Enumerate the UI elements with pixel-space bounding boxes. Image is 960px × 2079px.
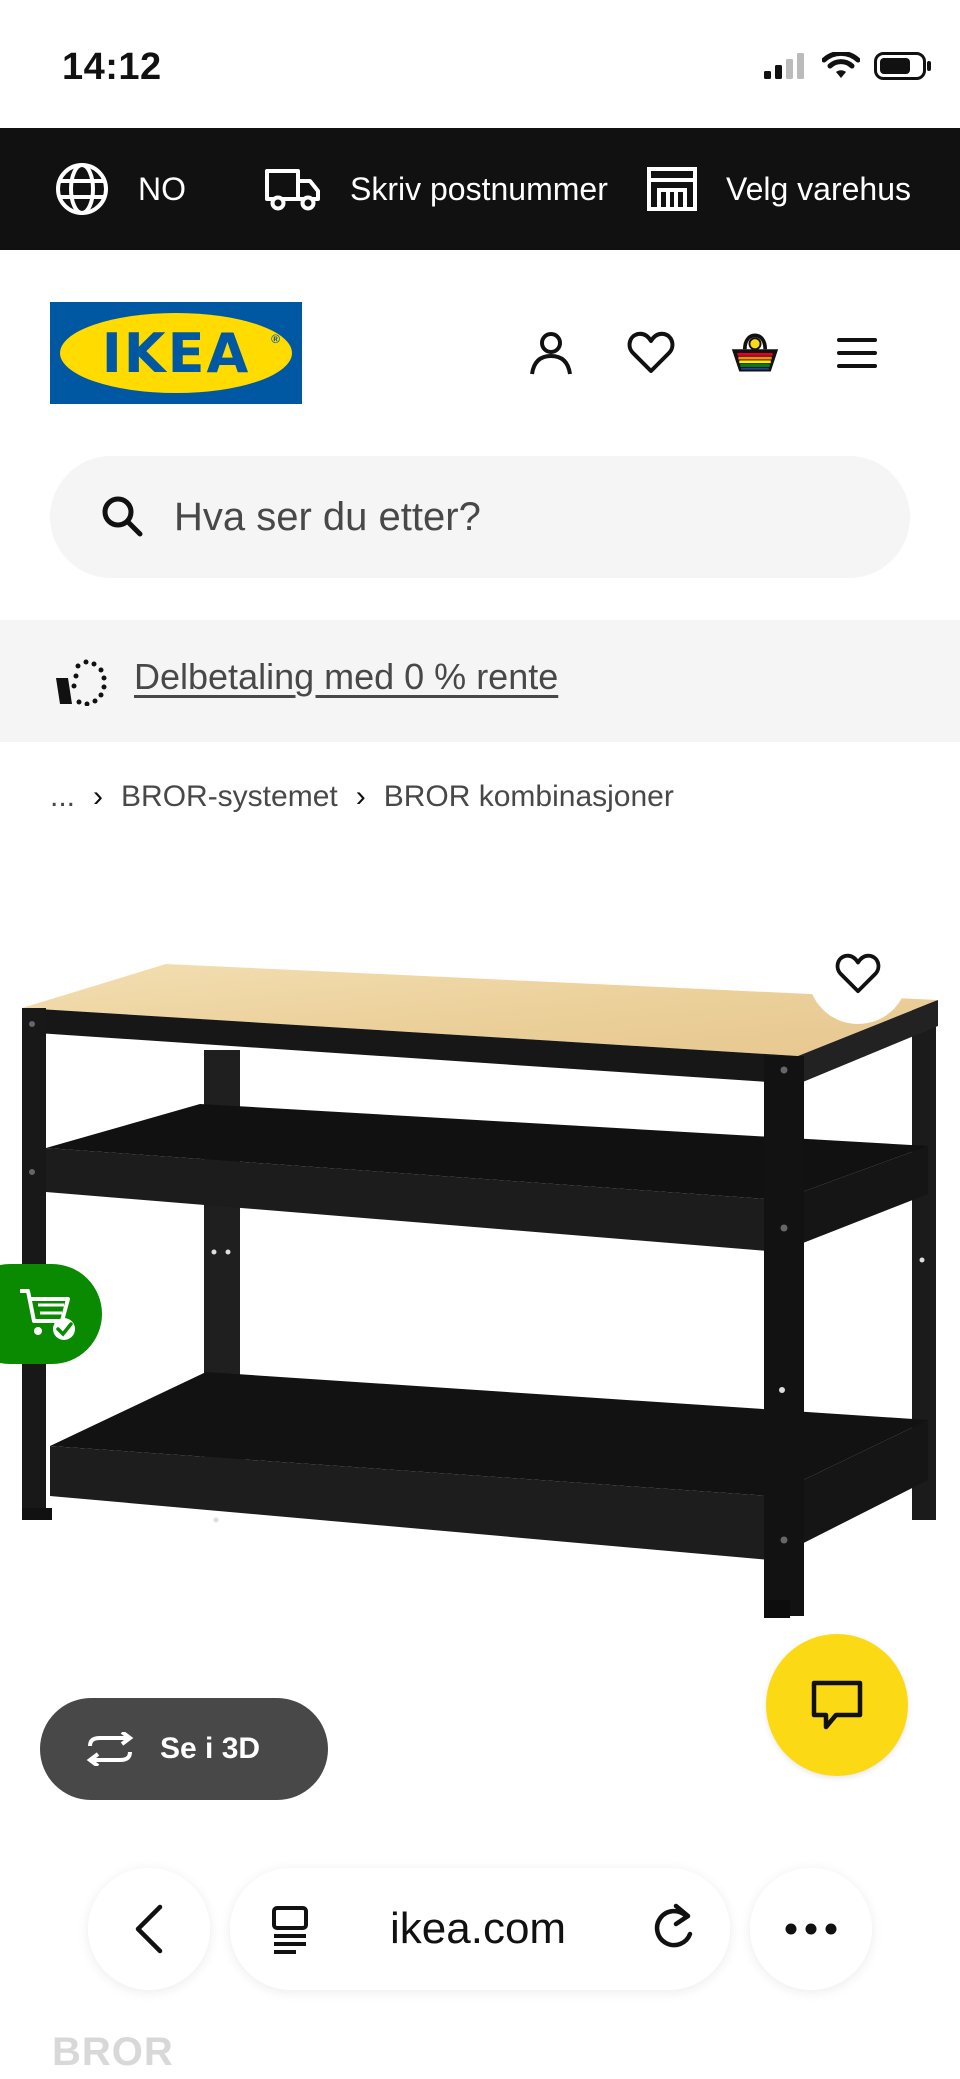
chat-button[interactable] xyxy=(766,1634,908,1776)
reload-icon[interactable] xyxy=(650,1902,696,1952)
cart-check-icon xyxy=(20,1289,75,1340)
installment-payment-icon xyxy=(56,659,107,706)
status-bar: 14:12 xyxy=(0,0,960,128)
search-input[interactable]: Hva ser du etter? xyxy=(50,456,910,578)
product-name: BROR xyxy=(52,2030,174,2074)
status-time: 14:12 xyxy=(62,46,162,88)
breadcrumb-item-bror-combinations[interactable]: BROR kombinasjoner xyxy=(384,780,674,814)
language-label: NO xyxy=(138,170,186,207)
utility-bar: NO Skriv postnummer Velg varehus xyxy=(0,128,960,250)
search-icon xyxy=(102,496,143,537)
header: IKEA ® xyxy=(0,250,960,456)
cart-button[interactable] xyxy=(730,328,780,378)
browser-toolbar: ikea.com xyxy=(0,1840,960,2030)
cart-side-tab[interactable] xyxy=(0,1264,102,1364)
chat-bubble-icon xyxy=(811,1680,863,1730)
breadcrumb-item-bror-system[interactable]: BROR-systemet xyxy=(121,780,338,814)
breadcrumb: ... › BROR-systemet › BROR kombinasjoner xyxy=(50,774,674,820)
store-icon xyxy=(647,167,697,211)
store-selector[interactable]: Velg varehus xyxy=(646,128,911,250)
battery-icon xyxy=(874,52,931,80)
installment-link[interactable]: Delbetaling med 0 % rente xyxy=(134,656,558,698)
chevron-left-icon xyxy=(135,1904,163,1954)
globe-icon xyxy=(56,163,108,215)
browser-more-button[interactable] xyxy=(750,1868,872,1990)
chevron-right-icon: › xyxy=(355,780,366,813)
logo-text: IKEA xyxy=(101,321,251,385)
heart-icon xyxy=(627,331,675,373)
browser-back-button[interactable] xyxy=(88,1868,210,1990)
truck-icon xyxy=(265,169,320,211)
hamburger-menu-icon xyxy=(837,338,877,368)
user-icon xyxy=(530,332,572,375)
view-in-3d-label: Se i 3D xyxy=(160,1732,261,1765)
heart-icon xyxy=(835,953,881,994)
status-icons xyxy=(764,52,932,80)
browser-url: ikea.com xyxy=(390,1904,567,1953)
view-in-3d-button[interactable]: Se i 3D xyxy=(40,1698,328,1800)
browser-address-bar[interactable]: ikea.com xyxy=(230,1868,730,1990)
chevron-right-icon: › xyxy=(93,780,104,813)
postcode-selector[interactable]: Skriv postnummer xyxy=(264,128,608,250)
account-button[interactable] xyxy=(526,328,576,378)
signal-icon xyxy=(764,53,804,79)
menu-button[interactable] xyxy=(832,328,882,378)
postcode-label: Skriv postnummer xyxy=(350,170,608,207)
rotate-3d-icon xyxy=(86,1732,134,1766)
wifi-icon xyxy=(822,52,860,78)
breadcrumb-ellipsis[interactable]: ... xyxy=(50,780,75,814)
search-placeholder: Hva ser du etter? xyxy=(174,494,481,539)
registered-mark: ® xyxy=(271,332,280,346)
store-label: Velg varehus xyxy=(726,170,912,207)
more-dots-icon xyxy=(785,1923,837,1935)
shopping-bag-icon xyxy=(731,333,779,372)
product-favorite-button[interactable] xyxy=(808,924,908,1024)
reader-mode-icon xyxy=(272,1906,308,1954)
wishlist-button[interactable] xyxy=(626,328,676,378)
language-selector[interactable]: NO xyxy=(54,128,186,250)
ikea-logo[interactable]: IKEA ® xyxy=(50,302,302,404)
promo-banner: Delbetaling med 0 % rente xyxy=(0,620,960,742)
